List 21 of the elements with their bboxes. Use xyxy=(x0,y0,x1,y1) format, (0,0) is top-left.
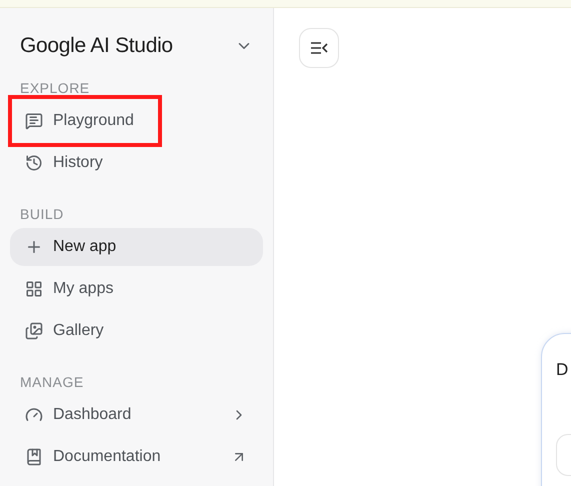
nav-item[interactable]: New app xyxy=(10,228,263,266)
nav-item[interactable]: Dashboard xyxy=(10,396,263,434)
nav-item-icon xyxy=(25,322,43,340)
nav-item[interactable]: Gallery xyxy=(10,312,263,350)
nav-item-icon xyxy=(25,448,43,466)
nav-item[interactable]: My apps xyxy=(10,270,263,308)
nav-item[interactable]: Documentation xyxy=(10,438,263,476)
section-heading: BUILD xyxy=(19,206,65,222)
nav-item-icon xyxy=(25,238,43,256)
nav-item[interactable]: Playground xyxy=(10,102,263,140)
section-heading: MANAGE xyxy=(19,374,85,390)
nav-item-icon xyxy=(25,280,43,298)
card-heading: D xyxy=(556,360,570,380)
collapse-sidebar-button[interactable] xyxy=(299,28,339,68)
section-heading: EXPLORE xyxy=(19,80,91,96)
nav-item[interactable]: History xyxy=(10,144,263,182)
nav-item-icon xyxy=(25,406,43,424)
nav-item-icon xyxy=(25,154,43,172)
app-logo: Google AI Studio xyxy=(20,34,173,58)
collapse-menu-icon xyxy=(310,41,328,55)
nav-item-icon xyxy=(25,112,43,130)
